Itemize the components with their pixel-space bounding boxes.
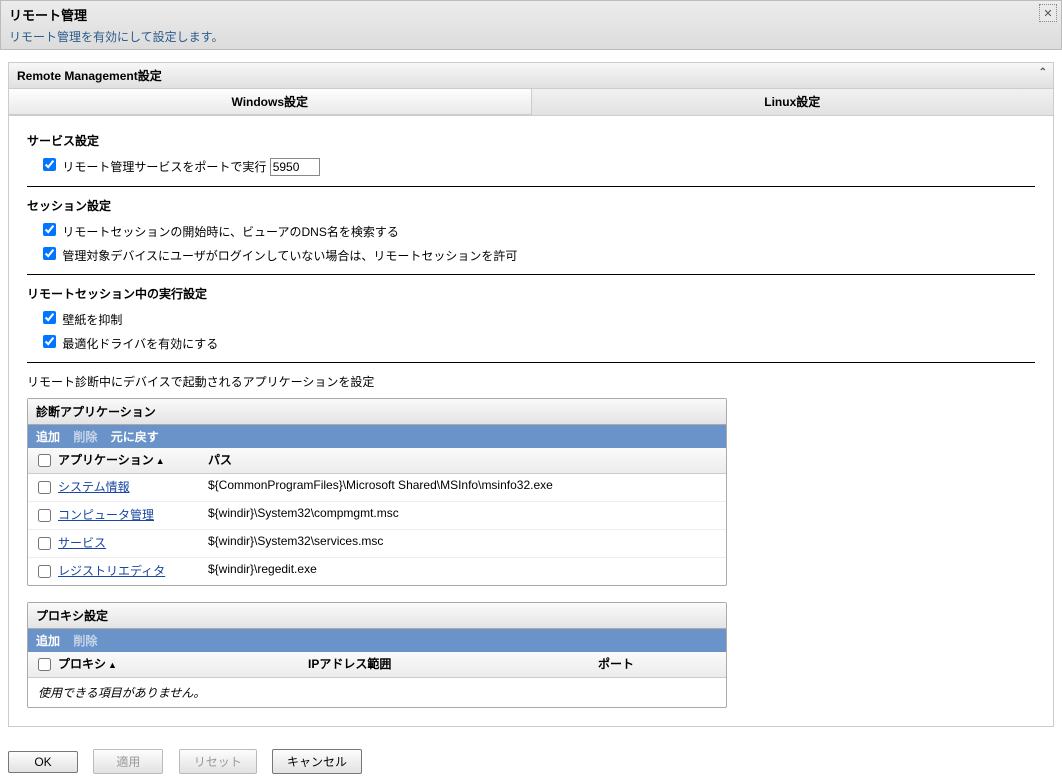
table-row: システム情報 ${CommonProgramFiles}\Microsoft S…: [28, 474, 726, 502]
diag-grid: 診断アプリケーション 追加 削除 元に戻す アプリケーション▲ パス システム情…: [27, 398, 727, 586]
proxy-grid-header: プロキシ▲ IPアドレス範囲 ポート: [28, 652, 726, 678]
row-checkbox[interactable]: [38, 537, 51, 550]
wallpaper-checkbox[interactable]: [43, 311, 56, 324]
service-section-title: サービス設定: [27, 132, 1035, 149]
tabs: Windows設定 Linux設定: [9, 89, 1053, 116]
proxy-col-ip[interactable]: IPアドレス範囲: [308, 655, 598, 674]
page-title: リモート管理: [9, 5, 1053, 24]
proxy-col-port[interactable]: ポート: [598, 655, 698, 674]
diag-desc: リモート診断中にデバイスで起動されるアプリケーションを設定: [27, 373, 1035, 390]
proxy-grid-title: プロキシ設定: [28, 603, 726, 629]
button-bar: OK 適用 リセット キャンセル: [0, 739, 1062, 784]
diag-revert-button[interactable]: 元に戻す: [111, 430, 159, 444]
table-row: サービス ${windir}\System32\services.msc: [28, 530, 726, 558]
diag-toolbar: 追加 削除 元に戻す: [28, 425, 726, 448]
panel-title: Remote Management設定: [17, 69, 162, 83]
page-subtitle: リモート管理を有効にして設定します。: [9, 28, 1053, 45]
session-dns-checkbox[interactable]: [43, 223, 56, 236]
session-nologin-checkbox[interactable]: [43, 247, 56, 260]
sort-asc-icon: ▲: [108, 660, 117, 670]
session-section-title: セッション設定: [27, 197, 1035, 214]
diag-col-path[interactable]: パス: [208, 451, 720, 470]
row-checkbox[interactable]: [38, 481, 51, 494]
proxy-col-proxy[interactable]: プロキシ▲: [58, 655, 308, 674]
ok-button[interactable]: OK: [8, 751, 78, 773]
diag-grid-title: 診断アプリケーション: [28, 399, 726, 425]
tab-windows[interactable]: Windows設定: [9, 89, 532, 115]
divider: [27, 362, 1035, 363]
apply-button[interactable]: 適用: [93, 749, 163, 774]
service-port-input[interactable]: [270, 158, 320, 176]
app-link[interactable]: コンピュータ管理: [58, 508, 154, 522]
app-path: ${windir}\System32\compmgmt.msc: [208, 506, 720, 525]
cancel-button[interactable]: キャンセル: [272, 749, 362, 774]
reset-button[interactable]: リセット: [179, 749, 257, 774]
collapse-icon[interactable]: ⌃: [1039, 67, 1047, 78]
wallpaper-label: 壁紙を抑制: [62, 313, 122, 327]
sort-asc-icon: ▲: [156, 456, 165, 466]
session-nologin-label: 管理対象デバイスにユーザがログインしていない場合は、リモートセッションを許可: [62, 249, 517, 263]
diag-select-all-checkbox[interactable]: [38, 454, 51, 467]
divider: [27, 186, 1035, 187]
session-dns-label: リモートセッションの開始時に、ビューアのDNS名を検索する: [62, 225, 399, 239]
diag-col-app[interactable]: アプリケーション▲: [58, 451, 208, 470]
proxy-toolbar: 追加 削除: [28, 629, 726, 652]
page-header: リモート管理 リモート管理を有効にして設定します。 ✕: [0, 0, 1062, 50]
app-link[interactable]: システム情報: [58, 480, 130, 494]
app-link[interactable]: レジストリエディタ: [58, 564, 165, 578]
diag-grid-header: アプリケーション▲ パス: [28, 448, 726, 474]
service-run-label: リモート管理サービスをポートで実行: [62, 160, 266, 174]
running-section-title: リモートセッション中の実行設定: [27, 285, 1035, 302]
close-icon[interactable]: ✕: [1039, 4, 1057, 22]
settings-panel: Remote Management設定 ⌃ Windows設定 Linux設定 …: [8, 62, 1054, 727]
divider: [27, 274, 1035, 275]
service-run-checkbox[interactable]: [43, 158, 56, 171]
driver-label: 最適化ドライバを有効にする: [62, 337, 218, 351]
proxy-empty-message: 使用できる項目がありません。: [28, 678, 726, 707]
row-checkbox[interactable]: [38, 565, 51, 578]
proxy-grid: プロキシ設定 追加 削除 プロキシ▲ IPアドレス範囲 ポート 使用できる項目が…: [27, 602, 727, 708]
row-checkbox[interactable]: [38, 509, 51, 522]
proxy-add-button[interactable]: 追加: [36, 634, 60, 648]
app-path: ${windir}\regedit.exe: [208, 562, 720, 581]
table-row: コンピュータ管理 ${windir}\System32\compmgmt.msc: [28, 502, 726, 530]
driver-checkbox[interactable]: [43, 335, 56, 348]
panel-title-bar: Remote Management設定 ⌃: [9, 63, 1053, 89]
proxy-remove-button[interactable]: 削除: [73, 634, 97, 648]
tab-linux[interactable]: Linux設定: [532, 89, 1054, 115]
app-link[interactable]: サービス: [58, 536, 106, 550]
table-row: レジストリエディタ ${windir}\regedit.exe: [28, 558, 726, 585]
diag-add-button[interactable]: 追加: [36, 430, 60, 444]
proxy-select-all-checkbox[interactable]: [38, 658, 51, 671]
app-path: ${CommonProgramFiles}\Microsoft Shared\M…: [208, 478, 720, 497]
app-path: ${windir}\System32\services.msc: [208, 534, 720, 553]
diag-remove-button[interactable]: 削除: [73, 430, 97, 444]
